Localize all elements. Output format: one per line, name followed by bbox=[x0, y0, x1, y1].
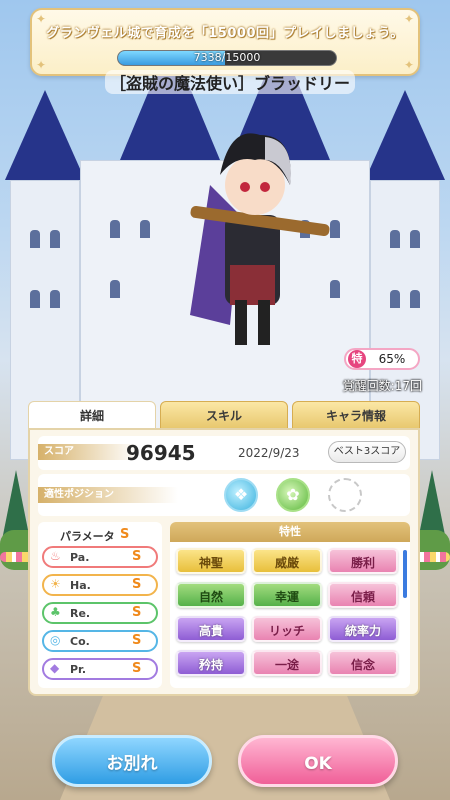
param-pride: ◆ Pr. S bbox=[42, 658, 158, 680]
empty-position-slot bbox=[328, 478, 362, 512]
rarity-badge: 特 65% bbox=[344, 348, 420, 370]
position-2-icon: ✿ bbox=[276, 478, 310, 512]
position-1-icon: ❖ bbox=[224, 478, 258, 512]
traits-scrollbar[interactable] bbox=[403, 550, 407, 598]
detail-tabs: 詳細 スキル キャラ情報 bbox=[28, 401, 420, 429]
character-illustration bbox=[190, 133, 330, 345]
trait-item[interactable]: 一途 bbox=[252, 650, 322, 676]
mission-progress-label: 7338/15000 bbox=[193, 51, 261, 64]
parameter-title: パラメータ bbox=[60, 530, 115, 543]
awaken-count: 覚醒回数:17回 bbox=[342, 379, 422, 393]
score-value: 96945 bbox=[126, 441, 196, 465]
trait-item[interactable]: 信念 bbox=[328, 650, 398, 676]
star-icon: ✦ bbox=[36, 58, 47, 72]
farewell-button[interactable]: お別れ bbox=[52, 735, 212, 787]
score-label: スコア bbox=[38, 444, 138, 460]
gem-icon: ◆ bbox=[50, 661, 60, 675]
details-panel: スコア 96945 2022/9/23 ベスト3スコア 適性ポジション ❖ ✿ … bbox=[28, 428, 420, 696]
traits-box: 特性 神聖 威厳 勝利 自然 幸運 信頼 高貴 リッチ 統率力 矜持 一途 信念 bbox=[170, 522, 410, 688]
trait-item[interactable]: 自然 bbox=[176, 582, 246, 608]
swirl-icon: ◎ bbox=[50, 633, 61, 647]
star-icon: ✦ bbox=[403, 58, 414, 72]
trait-item[interactable]: 信頼 bbox=[328, 582, 398, 608]
tab-details[interactable]: 詳細 bbox=[28, 401, 156, 429]
clover-icon: ♣ bbox=[50, 605, 61, 619]
tab-character-info[interactable]: キャラ情報 bbox=[292, 401, 420, 429]
mission-banner: ✦ ✦ ✦ ✦ グランヴェル城で育成を「15000回」プレイしましょう。 733… bbox=[30, 8, 420, 76]
position-label: 適性ポジション bbox=[38, 487, 178, 503]
position-row: 適性ポジション ❖ ✿ bbox=[38, 474, 410, 516]
traits-header: 特性 bbox=[170, 522, 410, 542]
trait-item[interactable]: 幸運 bbox=[252, 582, 322, 608]
parameter-box: パラメータ S ♨ Pa. S ☀ Ha. S ♣ Re. S ◎ Co. S … bbox=[38, 522, 162, 688]
param-happy: ☀ Ha. S bbox=[42, 574, 158, 596]
trait-item[interactable]: 勝利 bbox=[328, 548, 398, 574]
param-passion: ♨ Pa. S bbox=[42, 546, 158, 568]
trait-item[interactable]: 高貴 bbox=[176, 616, 246, 642]
trait-item[interactable]: 威厳 bbox=[252, 548, 322, 574]
tab-skills[interactable]: スキル bbox=[160, 401, 288, 429]
score-row: スコア 96945 2022/9/23 ベスト3スコア bbox=[38, 436, 410, 470]
parameter-total-grade: S bbox=[120, 527, 130, 542]
param-cool: ◎ Co. S bbox=[42, 630, 158, 652]
parameter-header: パラメータ S bbox=[38, 527, 162, 544]
ok-button[interactable]: OK bbox=[238, 735, 398, 787]
best-3-score-button[interactable]: ベスト3スコア bbox=[328, 441, 406, 463]
sun-icon: ☀ bbox=[50, 577, 61, 591]
character-name: ［盗賊の魔法使い］ブラッドリー bbox=[105, 70, 355, 94]
mission-text: グランヴェル城で育成を「15000回」プレイしましょう。 bbox=[46, 26, 404, 41]
special-icon: 特 bbox=[348, 350, 366, 368]
trait-item[interactable]: 神聖 bbox=[176, 548, 246, 574]
rarity-value: 65% bbox=[378, 352, 406, 366]
trait-item[interactable]: 矜持 bbox=[176, 650, 246, 676]
trait-item[interactable]: リッチ bbox=[252, 616, 322, 642]
traits-grid: 神聖 威厳 勝利 自然 幸運 信頼 高貴 リッチ 統率力 矜持 一途 信念 bbox=[176, 548, 398, 676]
trait-item[interactable]: 統率力 bbox=[328, 616, 398, 642]
param-relax: ♣ Re. S bbox=[42, 602, 158, 624]
flame-icon: ♨ bbox=[50, 549, 61, 563]
score-date: 2022/9/23 bbox=[238, 446, 300, 460]
